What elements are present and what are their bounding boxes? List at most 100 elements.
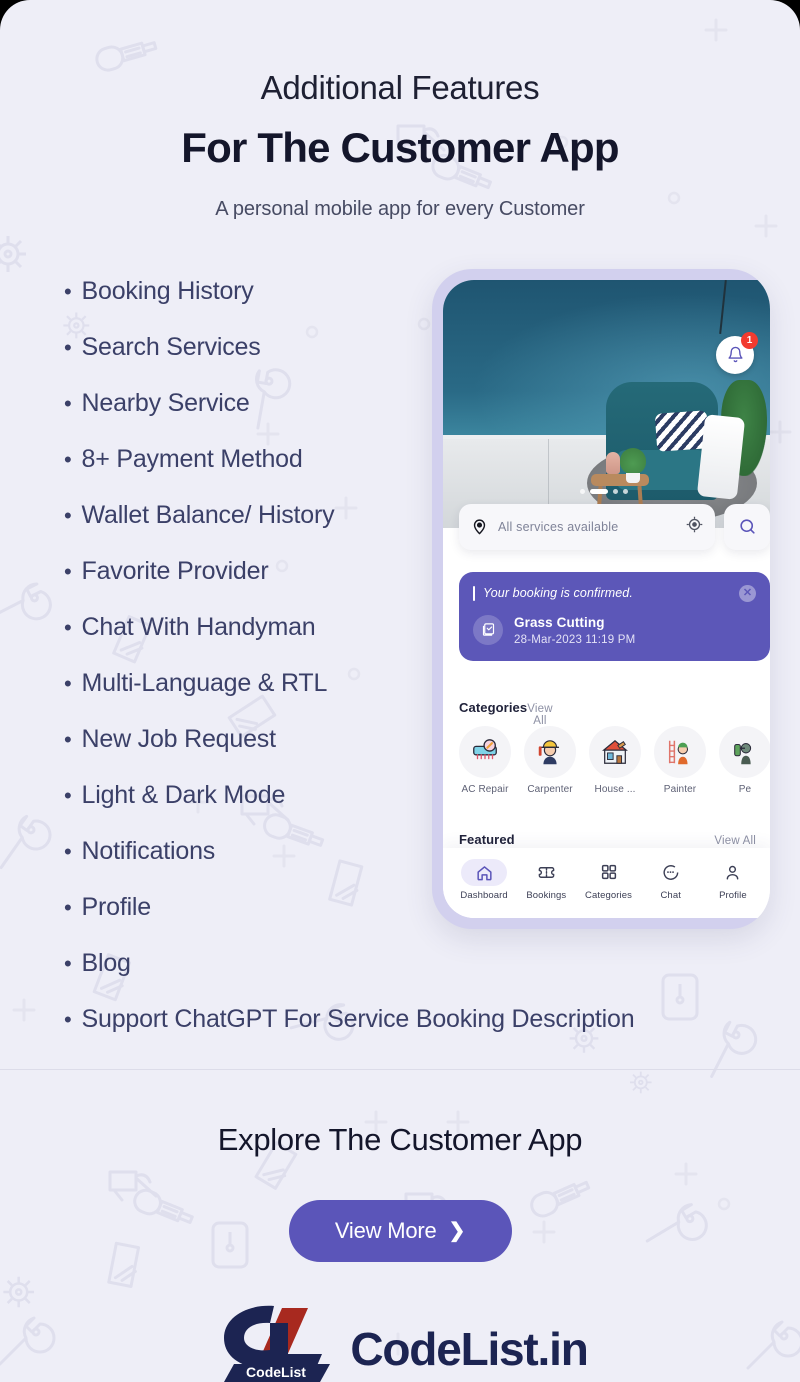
feature-showcase-page: Additional Features For The Customer App…	[0, 0, 800, 1382]
featured-view-all-link[interactable]: View All	[714, 835, 756, 847]
tab-chat[interactable]: Chat	[640, 859, 702, 901]
bullet-icon: •	[64, 950, 72, 976]
feature-label: Nearby Service	[81, 388, 250, 417]
house-cleaning-icon	[602, 739, 628, 764]
search-button[interactable]	[724, 503, 770, 550]
accent-bar	[473, 585, 475, 601]
feature-label: Support ChatGPT For Service Booking Desc…	[81, 1004, 635, 1033]
category-label: Carpenter	[527, 783, 573, 795]
notification-badge: 1	[741, 331, 758, 349]
eyebrow-text: Additional Features	[260, 69, 540, 106]
page-header: Additional Features For The Customer App…	[0, 0, 800, 221]
carousel-dot[interactable]	[623, 488, 629, 494]
logo-monogram: CodeList	[212, 1302, 344, 1382]
bullet-icon: •	[64, 894, 72, 920]
codelist-logo[interactable]: CodeList CodeList.in	[0, 1296, 800, 1382]
list-item: • Blog	[64, 949, 684, 1005]
booking-message: Your booking is confirmed.	[483, 586, 633, 601]
pest-control-icon	[734, 742, 752, 765]
bullet-icon: •	[64, 1006, 72, 1032]
feature-label: Light & Dark Mode	[81, 780, 286, 809]
notification-bell-button[interactable]: 1	[716, 331, 758, 374]
bullet-icon: •	[64, 446, 72, 472]
booking-checklist-icon	[473, 614, 503, 645]
feature-label: Chat With Handyman	[81, 612, 316, 641]
feature-label: Favorite Provider	[81, 556, 269, 585]
search-icon	[739, 519, 755, 535]
page-subtitle: A personal mobile app for every Customer	[215, 197, 585, 220]
featured-section-header: Featured View All	[459, 832, 756, 847]
tab-bookings[interactable]: Bookings	[515, 859, 577, 901]
tab-label: Profile	[719, 889, 747, 901]
carousel-dot[interactable]	[613, 488, 619, 494]
tab-dashboard[interactable]: Dashboard	[453, 858, 515, 901]
feature-label: Booking History	[81, 276, 254, 305]
view-more-button[interactable]: View More ❯	[288, 1199, 512, 1262]
booking-datetime: 28-Mar-2023 11:19 PM	[514, 633, 636, 646]
category-item[interactable]: House ...	[589, 725, 641, 795]
booking-service-name: Grass Cutting	[514, 614, 605, 630]
feature-label: Blog	[81, 948, 131, 977]
phone-mockup: 1 All services available Your booking is…	[432, 268, 770, 929]
home-icon	[477, 866, 492, 881]
carousel-dot-active[interactable]	[590, 488, 609, 494]
view-more-label: View More	[334, 1217, 437, 1243]
tab-label: Bookings	[526, 889, 567, 901]
tab-categories[interactable]: Categories	[577, 859, 639, 901]
grid-icon	[601, 865, 616, 880]
location-text: All services available	[498, 519, 619, 534]
carpenter-icon	[538, 740, 560, 765]
feature-label: Notifications	[81, 836, 216, 865]
category-item[interactable]: Carpenter	[524, 725, 576, 795]
bullet-icon: •	[64, 390, 72, 416]
chat-bubble-icon	[663, 864, 679, 880]
content-area: • Booking History • Search Services • Ne…	[0, 268, 800, 1061]
person-icon	[727, 865, 739, 880]
categories-row: AC Repair Carpenter House ... Painter Pe	[459, 725, 770, 795]
bullet-icon: •	[64, 502, 72, 528]
bottom-tab-bar: Dashboard Bookings Categories Chat Profi…	[443, 847, 770, 918]
carousel-dots	[580, 488, 629, 494]
logo-wordmark: CodeList.in	[350, 1323, 588, 1375]
tab-profile[interactable]: Profile	[702, 859, 764, 901]
gps-target-icon	[686, 516, 703, 533]
categories-view-all-link[interactable]: View All	[527, 703, 553, 727]
category-label: Pe	[738, 783, 752, 795]
gps-button[interactable]	[686, 516, 703, 538]
cta-title: Explore The Customer App	[217, 1121, 583, 1157]
location-search-row: All services available	[459, 503, 770, 550]
category-label: Painter	[663, 783, 697, 795]
page-title: For The Customer App	[181, 123, 619, 171]
hero-room-image: 1	[443, 279, 770, 528]
painter-icon	[668, 740, 689, 765]
feature-label: Wallet Balance/ History	[81, 500, 335, 529]
category-item[interactable]: Painter	[654, 725, 706, 795]
category-item[interactable]: AC Repair	[459, 725, 511, 795]
tab-label: Chat	[660, 889, 681, 901]
booking-confirmation-banner: Your booking is confirmed. ✕ Grass Cutti…	[459, 571, 770, 661]
location-pin-icon	[473, 519, 486, 535]
bullet-icon: •	[64, 782, 72, 808]
feature-label: Search Services	[81, 332, 261, 361]
feature-label: Profile	[81, 892, 152, 921]
close-banner-button[interactable]: ✕	[739, 584, 756, 602]
feature-label: 8+ Payment Method	[81, 444, 303, 473]
cta-section: Explore The Customer App View More ❯	[0, 1070, 800, 1262]
bell-icon	[727, 347, 743, 363]
category-label: House ...	[594, 783, 636, 795]
category-icon	[524, 725, 576, 778]
list-item: • Support ChatGPT For Service Booking De…	[64, 1005, 684, 1061]
bullet-icon: •	[64, 838, 72, 864]
chevron-right-icon: ❯	[448, 1219, 466, 1242]
category-icon	[654, 725, 706, 778]
carousel-dot[interactable]	[580, 488, 586, 494]
bullet-icon: •	[64, 334, 72, 360]
categories-title: Categories	[459, 699, 528, 715]
bullet-icon: •	[64, 726, 72, 752]
category-icon	[459, 725, 511, 778]
category-item[interactable]: Pe	[719, 725, 770, 795]
location-selector[interactable]: All services available	[459, 503, 715, 550]
category-icon	[589, 725, 641, 778]
logo-badge-text: CodeList	[246, 1364, 306, 1380]
bullet-icon: •	[64, 278, 72, 304]
